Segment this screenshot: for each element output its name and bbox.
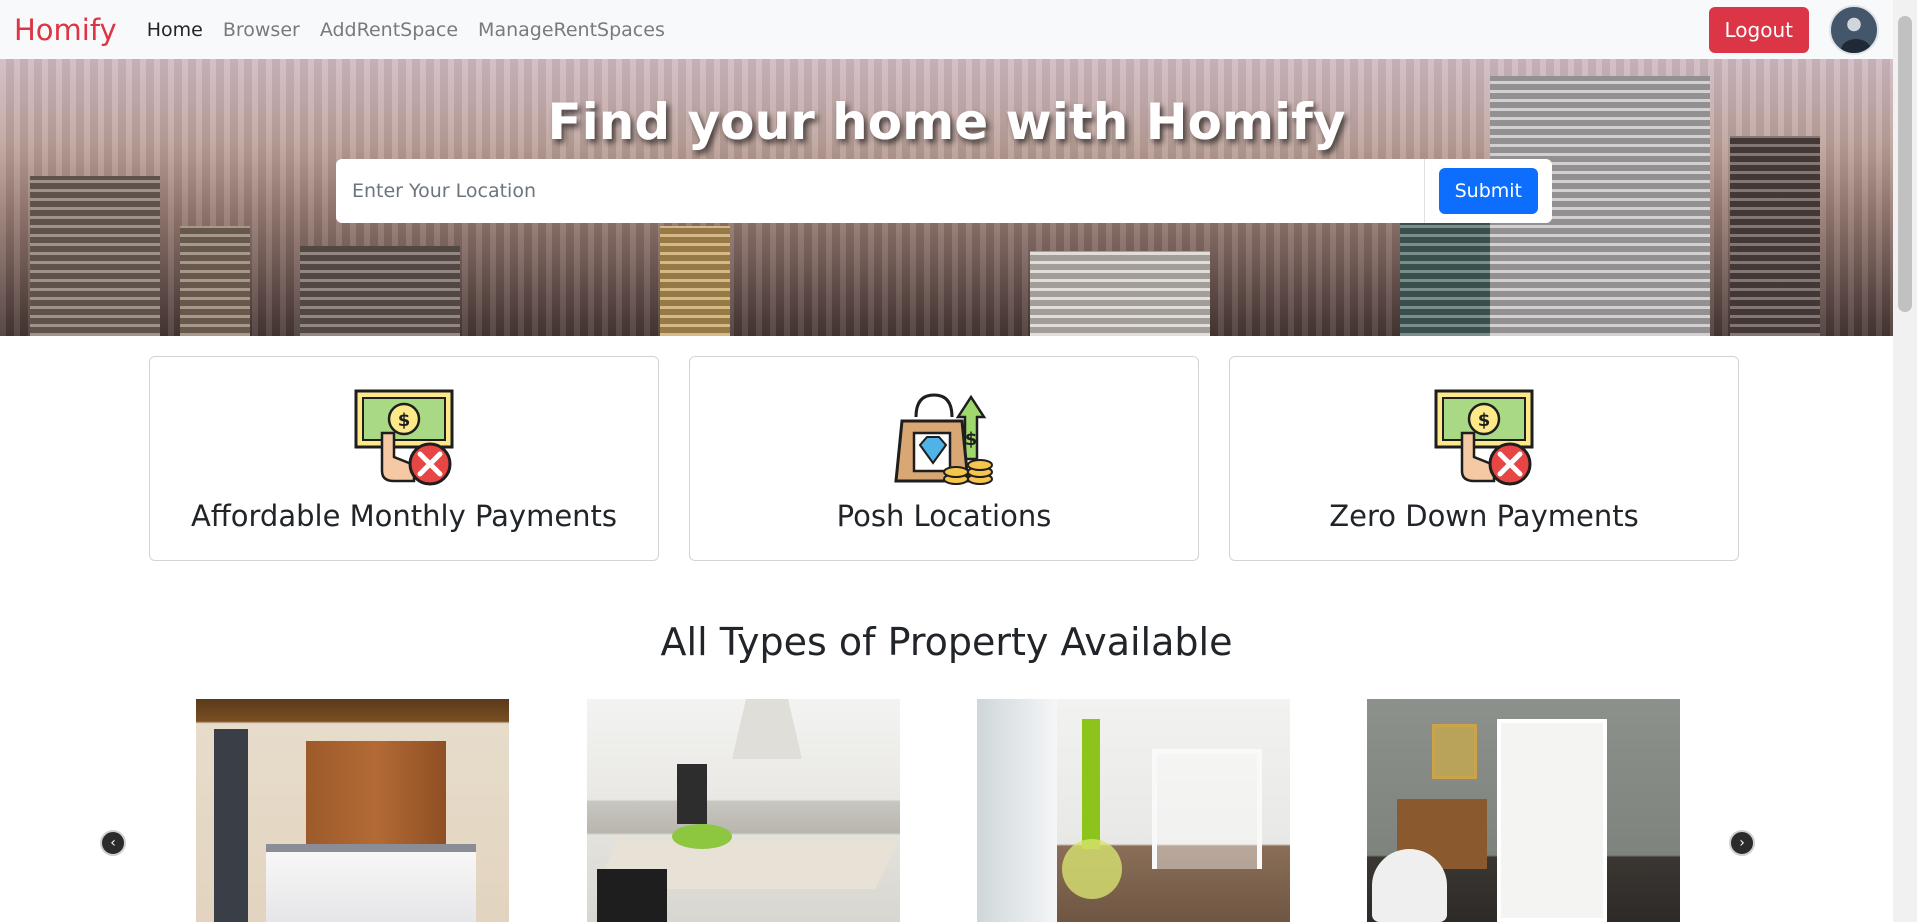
money-cancel-icon: $ (354, 389, 454, 486)
location-search-input[interactable] (336, 159, 1424, 223)
skyline-building (1030, 251, 1210, 336)
property-image-living-room[interactable] (1367, 699, 1680, 922)
user-avatar[interactable] (1829, 4, 1879, 55)
skyline-building (180, 226, 250, 336)
kitchen-fruit-bowl (672, 824, 732, 849)
bedroom-curtain (214, 729, 248, 922)
living-room-door (1497, 719, 1607, 922)
nav-link-home[interactable]: Home (147, 19, 203, 41)
svg-text:$: $ (398, 410, 411, 431)
nav-link-add-rent-space[interactable]: AddRentSpace (320, 19, 458, 41)
scrollbar-thumb[interactable] (1898, 16, 1912, 312)
nav-link-manage-rent-spaces[interactable]: ManageRentSpaces (478, 19, 665, 41)
location-search-box: Submit (336, 159, 1552, 223)
carousel-prev-arrow-icon[interactable]: ‹ (100, 830, 126, 856)
nav-right-group: Logout (1708, 4, 1879, 55)
submit-button[interactable]: Submit (1438, 168, 1538, 214)
hero-title: Find your home with Homify (547, 93, 1346, 151)
money-cancel-icon: $ (1434, 389, 1534, 486)
living-room-picture (1432, 724, 1477, 779)
property-carousel: ‹ › (0, 699, 1893, 922)
bedroom-headboard (306, 741, 446, 851)
property-image-bedroom[interactable] (196, 699, 509, 922)
skyline-building (1730, 136, 1820, 336)
page-scrollbar[interactable] (1893, 0, 1917, 922)
feature-card-zero-down: $ Zero Down Payments (1229, 356, 1739, 561)
shopping-bag-diamond-icon: $ (894, 393, 993, 485)
kitchen-oven (677, 764, 707, 824)
skyline-building (30, 176, 160, 336)
carousel-next-arrow-icon[interactable]: › (1729, 830, 1755, 856)
feature-title: Posh Locations (836, 499, 1052, 533)
hero-banner: Find your home with Homify Submit (0, 59, 1893, 336)
feature-title: Zero Down Payments (1329, 499, 1639, 533)
search-divider (1423, 159, 1425, 223)
svg-text:$: $ (965, 429, 978, 450)
bunk-room-table (1062, 839, 1122, 899)
skyline-building (300, 246, 460, 336)
svg-text:$: $ (1478, 410, 1491, 431)
bunk-room-window (977, 699, 1057, 922)
property-image-bunk-room[interactable] (977, 699, 1290, 922)
bedroom-bed (266, 844, 476, 922)
bunk-room-green-wall (1082, 719, 1100, 849)
section-title: All Types of Property Available (660, 620, 1233, 664)
nav-link-browser[interactable]: Browser (223, 19, 300, 41)
kitchen-hood (732, 699, 802, 759)
bunk-room-bunk-bed (1152, 749, 1262, 869)
feature-title: Affordable Monthly Payments (190, 499, 618, 533)
features-row: $ Affordable Monthly Payments $ Posh Loc… (149, 356, 1739, 561)
brand-logo[interactable]: Homify (14, 13, 117, 47)
skyline-building (660, 226, 730, 336)
navbar: Homify Home Browser AddRentSpace ManageR… (0, 0, 1893, 59)
living-room-chair (1372, 849, 1447, 922)
feature-card-posh-locations: $ Posh Locations (689, 356, 1199, 561)
logout-button[interactable]: Logout (1708, 6, 1809, 53)
feature-card-affordable: $ Affordable Monthly Payments (149, 356, 659, 561)
kitchen-chair (597, 869, 667, 922)
property-image-kitchen[interactable] (587, 699, 900, 922)
